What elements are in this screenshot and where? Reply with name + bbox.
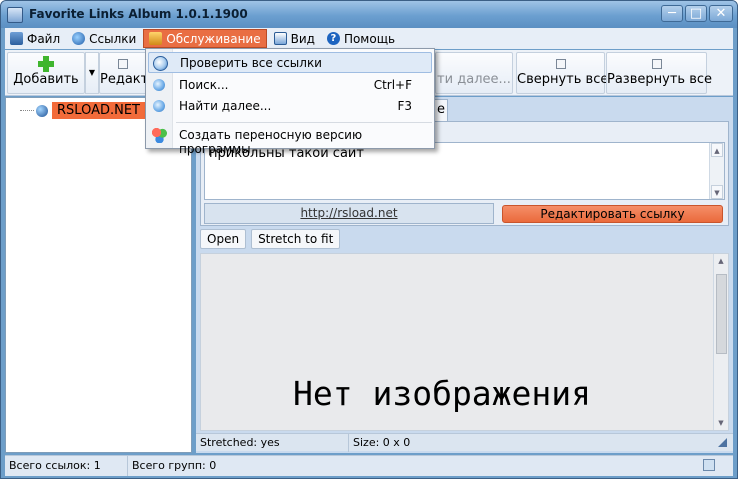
edit-icon (118, 59, 128, 69)
menu-service[interactable]: Обслуживание (143, 29, 267, 48)
scroll-down-button[interactable]: ▼ (711, 185, 723, 199)
stretch-to-fit-button[interactable]: Stretch to fit (251, 229, 341, 249)
menu-item-shortcut: F3 (397, 99, 412, 113)
total-links-status: Всего ссылок: 1 (9, 459, 101, 472)
menu-item-portable-version[interactable]: Создать переносную версию программы (148, 125, 432, 156)
maximize-button[interactable]: □ (685, 5, 707, 22)
file-icon (10, 32, 23, 45)
status-bar: Всего ссылок: 1 Всего групп: 0 (5, 455, 733, 476)
image-preview: Нет изображения ▲ ▼ (200, 253, 729, 431)
window-title: Favorite Links Album 1.0.1.1900 (29, 7, 248, 21)
menu-help[interactable]: ? Помощь (322, 29, 400, 48)
menu-service-label: Обслуживание (166, 31, 261, 46)
menu-links[interactable]: Ссылки (67, 29, 141, 48)
stretched-status: Stretched: yes (200, 436, 280, 449)
add-dropdown-arrow[interactable]: ▼ (85, 52, 99, 94)
collapse-all-button[interactable]: Свернуть все (516, 52, 609, 94)
tools-icon (149, 32, 163, 45)
find-next-icon (153, 100, 165, 112)
menu-item-label: Создать переносную версию программы (179, 128, 363, 156)
edit-link-button[interactable]: Редактировать ссылку (502, 205, 723, 223)
globe-icon (72, 32, 86, 45)
status-icon[interactable] (703, 459, 715, 471)
find-next-button-label: ти далее... (437, 72, 511, 87)
menu-item-shortcut: Ctrl+F (373, 78, 412, 92)
menu-item-search[interactable]: Поиск... Ctrl+F (148, 75, 432, 96)
collapse-all-label: Свернуть все (517, 72, 609, 87)
minimize-button[interactable]: ─ (661, 5, 683, 22)
portable-version-icon (152, 128, 167, 143)
menu-help-label: Помощь (343, 31, 396, 46)
menu-item-find-next[interactable]: Найти далее... F3 (148, 96, 432, 117)
service-dropdown-menu: Проверить все ссылки Поиск... Ctrl+F Най… (145, 48, 435, 156)
tree-node-label[interactable]: RSLOAD.NET (52, 102, 145, 119)
check-links-icon (153, 56, 168, 71)
description-scrollbar[interactable]: ▲ ▼ (709, 143, 724, 199)
url-link[interactable]: http://rsload.net (300, 206, 397, 220)
expand-all-label: Развернуть все (607, 72, 712, 87)
expand-icon (651, 59, 662, 69)
close-button[interactable]: ✕ (709, 5, 733, 22)
app-window: Favorite Links Album 1.0.1.1900 ─ □ ✕ Фа… (0, 0, 738, 479)
title-bar[interactable]: Favorite Links Album 1.0.1.1900 ─ □ ✕ (1, 1, 737, 28)
image-scroll-thumb[interactable] (716, 274, 727, 354)
image-scroll-down[interactable]: ▼ (715, 416, 727, 430)
no-image-text: Нет изображения (293, 374, 592, 413)
menu-view[interactable]: Вид (269, 29, 320, 48)
window-controls: ─ □ ✕ (659, 5, 733, 22)
size-status: Size: 0 x 0 (348, 434, 410, 452)
tree-node-root[interactable]: RSLOAD.NET (20, 102, 145, 119)
view-icon (273, 32, 287, 45)
total-groups-status: Всего групп: 0 (127, 456, 216, 476)
links-tree[interactable]: RSLOAD.NET (5, 97, 192, 453)
globe-icon (36, 104, 48, 117)
menu-item-label: Поиск... (179, 78, 229, 92)
menu-separator (176, 122, 432, 123)
menu-item-label: Проверить все ссылки (180, 56, 322, 70)
menu-item-check-links[interactable]: Проверить все ссылки (148, 52, 432, 73)
edit-button[interactable]: Редакти (99, 52, 147, 94)
details-tab[interactable]: е (434, 99, 448, 121)
open-button[interactable]: Open (200, 229, 247, 249)
image-scroll-up[interactable]: ▲ (715, 254, 727, 268)
menu-bar: Файл Ссылки Обслуживание Вид ? Помощь (5, 28, 733, 49)
resize-grip-icon[interactable] (718, 438, 727, 447)
collapse-icon (555, 59, 566, 69)
image-status-bar: Stretched: yes Size: 0 x 0 (196, 433, 733, 452)
scroll-up-button[interactable]: ▲ (711, 143, 723, 157)
menu-item-label: Найти далее... (179, 99, 272, 113)
tree-connector (20, 110, 34, 111)
menu-links-label: Ссылки (89, 31, 137, 46)
help-icon: ? (326, 32, 340, 45)
image-toolbar: Open Stretch to fit (200, 229, 345, 251)
app-icon (7, 7, 23, 23)
add-button-label: Добавить (13, 72, 79, 87)
edit-button-label: Редакти (100, 72, 146, 87)
add-button[interactable]: Добавить (7, 52, 85, 94)
plus-icon (38, 56, 54, 72)
expand-all-button[interactable]: Развернуть все (606, 52, 712, 94)
search-icon (153, 79, 165, 91)
find-next-button[interactable]: ти далее... (435, 52, 513, 94)
image-scrollbar[interactable]: ▲ ▼ (713, 254, 728, 430)
menu-view-label: Вид (290, 31, 315, 46)
menu-file[interactable]: Файл (5, 29, 65, 48)
menu-file-label: Файл (27, 31, 61, 46)
url-cell: http://rsload.net (204, 203, 494, 224)
